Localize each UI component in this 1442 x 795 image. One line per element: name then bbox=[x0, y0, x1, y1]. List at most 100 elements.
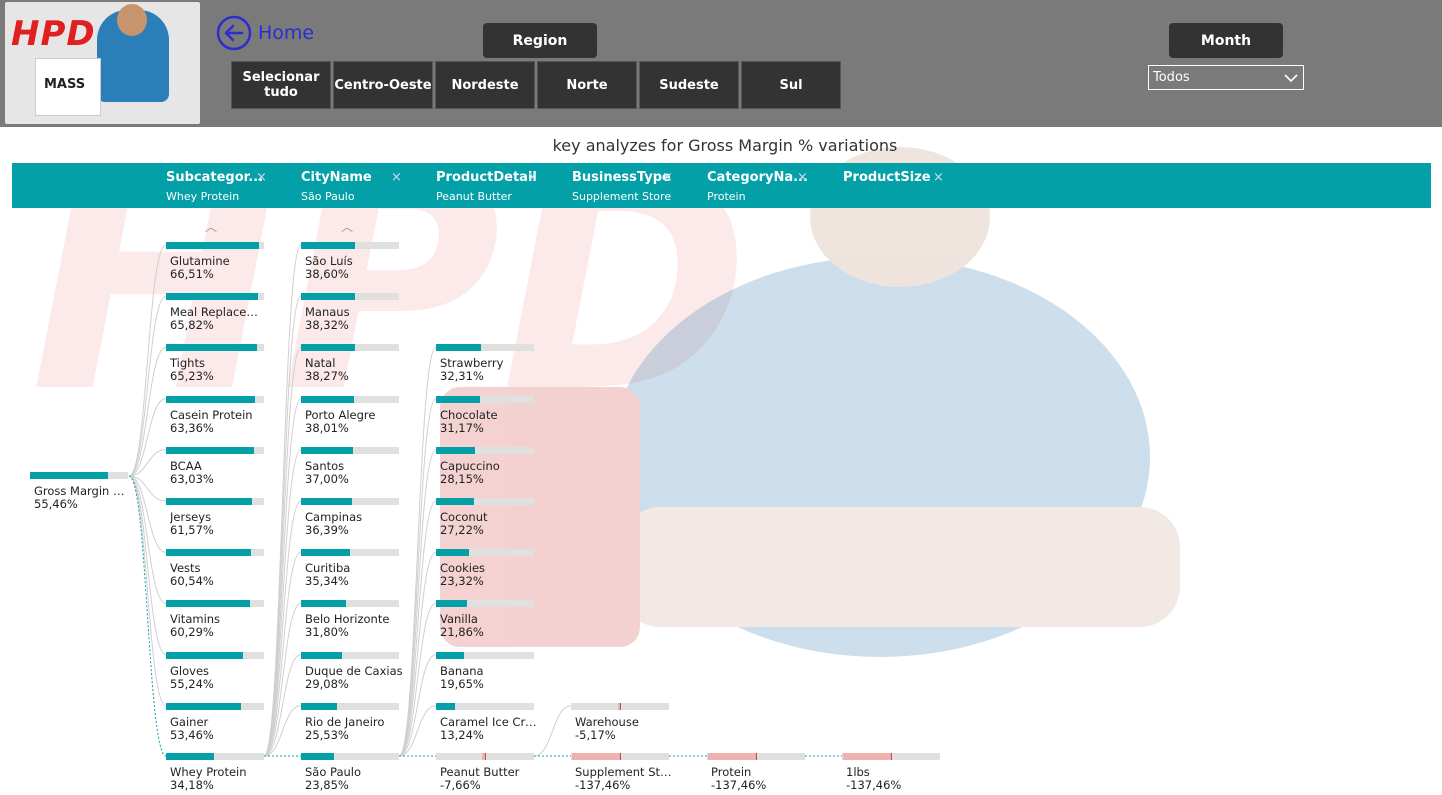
node-label: Strawberry bbox=[440, 356, 504, 371]
node-bar-fill bbox=[301, 702, 337, 710]
region-button-all[interactable]: Selecionar tudo bbox=[231, 61, 331, 109]
node-label: Coconut bbox=[440, 510, 488, 524]
node-label: Curitiba bbox=[305, 561, 351, 576]
node-bar-fill bbox=[166, 702, 241, 710]
node-value: 63,03% bbox=[170, 471, 214, 486]
node-bar-fill bbox=[436, 395, 480, 403]
node-label: Natal bbox=[305, 356, 336, 371]
node-bar-fill bbox=[436, 446, 476, 454]
level-value: Protein bbox=[707, 190, 746, 203]
region-button-norte[interactable]: Norte bbox=[537, 61, 637, 109]
region-button-centro-oeste[interactable]: Centro-Oeste bbox=[333, 61, 433, 109]
node-bar-fill bbox=[166, 651, 244, 659]
node-label: Warehouse bbox=[575, 714, 639, 729]
node-value: 37,00% bbox=[305, 471, 349, 486]
node-value: 21,86% bbox=[440, 625, 484, 640]
node-bar-fill bbox=[301, 242, 356, 249]
level-field: CityName bbox=[301, 170, 372, 185]
node-label: São Luís bbox=[305, 254, 353, 268]
node-label: Porto Alegre bbox=[305, 407, 376, 422]
scroll-up-icon[interactable]: ︿ bbox=[341, 218, 353, 235]
node-value: 38,01% bbox=[305, 420, 349, 435]
node-bar-fill bbox=[166, 242, 260, 249]
node-bar-negative bbox=[842, 753, 891, 760]
level-field: CategoryNa... bbox=[707, 170, 808, 185]
level-field: ProductSize bbox=[843, 170, 931, 185]
node-value: 29,08% bbox=[305, 676, 349, 691]
node-bar-zero-line bbox=[620, 753, 621, 760]
node-bar-fill bbox=[166, 600, 251, 608]
region-title: Region bbox=[483, 23, 597, 58]
node-bar-fill bbox=[301, 600, 346, 608]
node-label: Belo Horizonte bbox=[305, 612, 390, 627]
node-label: Santos bbox=[305, 458, 345, 473]
node-label: Duque de Caxias bbox=[305, 663, 403, 678]
remove-level-icon[interactable]: × bbox=[256, 170, 267, 185]
node-value: 27,22% bbox=[440, 523, 484, 537]
node-value: 28,15% bbox=[440, 471, 484, 486]
node-value: -5,17% bbox=[575, 727, 616, 742]
node-bar-fill bbox=[301, 395, 355, 403]
remove-level-icon[interactable]: × bbox=[662, 170, 673, 185]
node-label: Rio de Janeiro bbox=[305, 714, 385, 729]
node-value: 38,32% bbox=[305, 318, 349, 333]
node-label: Gross Margin %... bbox=[34, 484, 132, 498]
scroll-up-icon[interactable]: ︿ bbox=[205, 218, 217, 235]
node-bar-zero-line bbox=[756, 753, 757, 760]
node-value: 31,17% bbox=[440, 420, 484, 435]
node-label: Capuccino bbox=[440, 458, 500, 473]
node-bar-fill bbox=[166, 753, 214, 760]
node-bar-negative bbox=[707, 753, 756, 760]
node-bar-zero-line bbox=[891, 753, 892, 760]
node-bar-fill bbox=[436, 498, 475, 505]
region-button-nordeste[interactable]: Nordeste bbox=[435, 61, 535, 109]
node-value: 65,23% bbox=[170, 369, 214, 384]
node-bar-fill bbox=[166, 395, 255, 403]
level-field: Subcategor... bbox=[166, 170, 264, 185]
node-label: Vitamins bbox=[170, 612, 221, 627]
node-value: -137,46% bbox=[846, 778, 902, 792]
remove-level-icon[interactable]: × bbox=[391, 170, 402, 185]
node-bar-fill bbox=[30, 472, 108, 479]
back-arrow-icon bbox=[216, 15, 252, 51]
node-label: Caramel Ice Cre... bbox=[440, 714, 538, 729]
level-value: São Paulo bbox=[301, 190, 355, 203]
remove-level-icon[interactable]: × bbox=[797, 170, 808, 185]
node-value: 38,27% bbox=[305, 369, 349, 384]
node-bar-zero-line bbox=[485, 753, 486, 760]
remove-level-icon[interactable]: × bbox=[933, 170, 944, 185]
node-value: 23,85% bbox=[305, 778, 349, 792]
node-label: Meal Replacem... bbox=[170, 305, 268, 320]
remove-level-icon[interactable]: × bbox=[527, 170, 538, 185]
node-label: BCAA bbox=[170, 458, 202, 473]
node-bar-fill bbox=[436, 549, 469, 557]
node-value: 25,53% bbox=[305, 727, 349, 742]
region-button-sudeste[interactable]: Sudeste bbox=[639, 61, 739, 109]
region-button-sul[interactable]: Sul bbox=[741, 61, 841, 109]
logo-product-tub: MASS bbox=[35, 58, 101, 116]
node-label: Gloves bbox=[170, 663, 210, 678]
home-button[interactable]: Home bbox=[216, 15, 314, 51]
node-value: 63,36% bbox=[170, 420, 214, 435]
node-bar-fill bbox=[166, 446, 255, 454]
logo-tub-text: MASS bbox=[44, 77, 86, 92]
level-value: Supplement Store bbox=[572, 190, 672, 203]
node-label: Glutamine bbox=[170, 254, 230, 268]
node-bar-fill bbox=[301, 651, 342, 659]
month-dropdown[interactable]: Todos bbox=[1148, 65, 1304, 90]
node-label: Supplement Store bbox=[575, 765, 673, 779]
logo-athlete-head bbox=[117, 4, 147, 36]
node-value: 55,46% bbox=[34, 497, 78, 511]
chevron-down-icon bbox=[1284, 74, 1298, 83]
node-value: 13,24% bbox=[440, 727, 484, 742]
node-bar-fill bbox=[166, 549, 251, 557]
node-value: 55,24% bbox=[170, 676, 214, 691]
month-title: Month bbox=[1169, 23, 1283, 58]
node-bar-fill bbox=[436, 651, 464, 659]
node-value: 36,39% bbox=[305, 523, 349, 537]
node-value: -137,46% bbox=[711, 778, 767, 792]
node-bar-fill bbox=[301, 753, 335, 760]
node-value: 65,82% bbox=[170, 318, 214, 333]
node-label: Cookies bbox=[440, 561, 486, 576]
node-label: Jerseys bbox=[170, 510, 212, 524]
